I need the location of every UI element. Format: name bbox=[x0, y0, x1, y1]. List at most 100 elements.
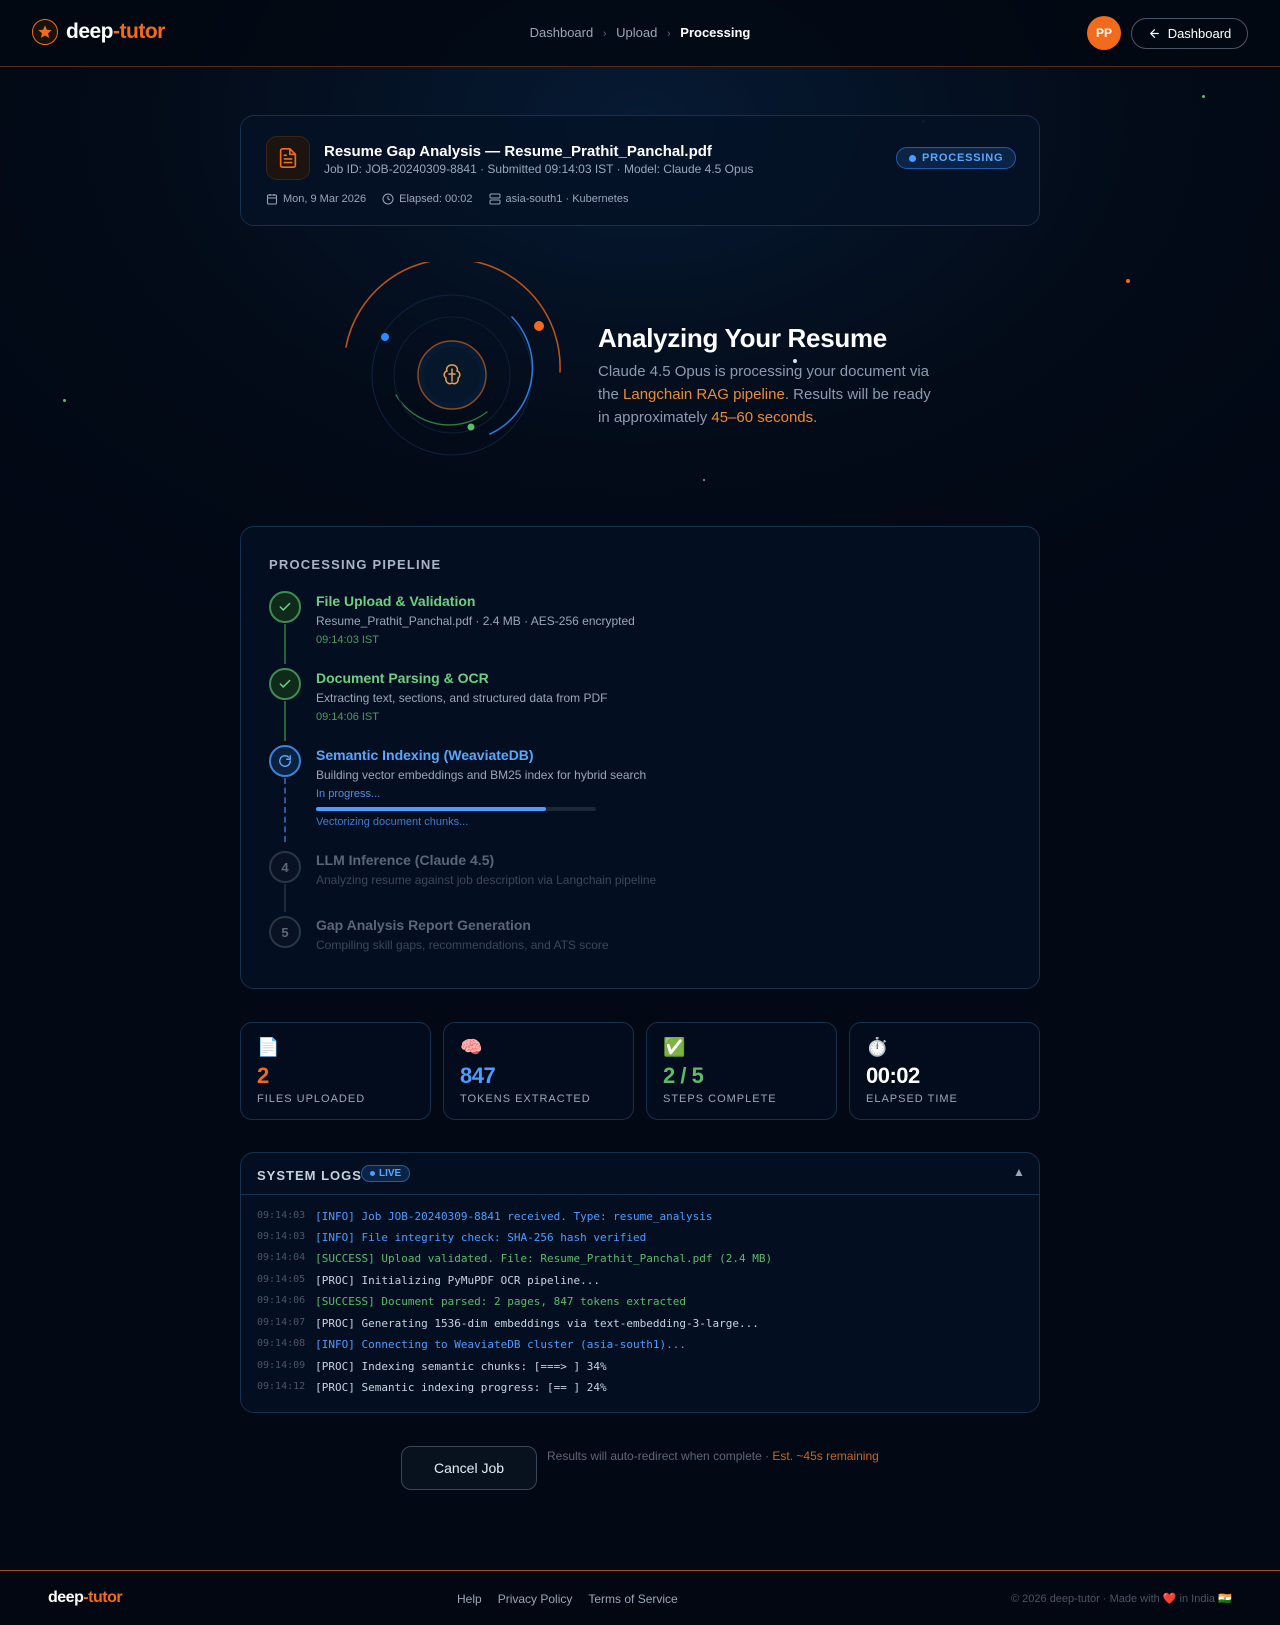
stat-card-files: 📄 2 FILES UPLOADED bbox=[240, 1022, 431, 1120]
user-avatar[interactable]: PP bbox=[1087, 16, 1121, 50]
sparkle-dot bbox=[1126, 279, 1130, 283]
step-title: LLM Inference (Claude 4.5) bbox=[316, 852, 495, 868]
progress-fill bbox=[316, 807, 546, 811]
stat-value: 2 bbox=[257, 1063, 269, 1088]
chevron-right-icon: › bbox=[602, 28, 607, 40]
sparkle-dot bbox=[63, 399, 66, 402]
log-line: 09:14:04 [SUCCESS] Upload validated. File… bbox=[257, 1252, 773, 1265]
log-line: 09:14:05 [PROC] Initializing PyMuPDF OCR … bbox=[257, 1274, 600, 1287]
live-dot bbox=[370, 1171, 375, 1176]
step-done-indicator bbox=[269, 668, 301, 700]
check-icon bbox=[279, 679, 291, 688]
job-elapsed: Elapsed: 00:02 bbox=[382, 193, 473, 205]
job-date: Mon, 9 Mar 2026 bbox=[266, 193, 366, 205]
step-title: File Upload & Validation bbox=[316, 593, 476, 609]
pipeline-title: PROCESSING PIPELINE bbox=[269, 557, 442, 572]
step-done-indicator bbox=[269, 591, 301, 623]
stat-label: STEPS COMPLETE bbox=[663, 1093, 777, 1105]
step-timestamp: 09:14:03 IST bbox=[316, 634, 379, 646]
collapse-caret-icon[interactable]: ▲ bbox=[1013, 1165, 1025, 1179]
stopwatch-icon: ⏱️ bbox=[866, 1037, 889, 1057]
step-title: Document Parsing & OCR bbox=[316, 670, 489, 686]
breadcrumb-processing: Processing bbox=[680, 25, 751, 40]
job-subtitle: Job ID: JOB-20240309-8841 · Submitted 09… bbox=[324, 162, 754, 176]
live-badge: LIVE bbox=[361, 1165, 411, 1182]
stat-value: 2 / 5 bbox=[663, 1063, 704, 1088]
step-connector bbox=[284, 701, 286, 741]
refresh-icon bbox=[279, 755, 291, 767]
breadcrumb-upload[interactable]: Upload bbox=[616, 25, 657, 40]
stat-card-tokens: 🧠 847 TOKENS EXTRACTED bbox=[443, 1022, 634, 1120]
step-connector bbox=[284, 778, 286, 842]
step-connector bbox=[284, 624, 286, 664]
step-title: Semantic Indexing (WeaviateDB) bbox=[316, 747, 534, 763]
log-line: 09:14:03 [INFO] Job JOB-20240309-8841 rec… bbox=[257, 1210, 713, 1223]
logs-title: SYSTEM LOGS bbox=[257, 1168, 362, 1183]
page-footer: deep-tutor Help Privacy Policy Terms of … bbox=[0, 1570, 1280, 1625]
chevron-right-icon: › bbox=[666, 28, 671, 40]
brain-icon: 🧠 bbox=[460, 1037, 483, 1057]
footer-links: Help Privacy Policy Terms of Service bbox=[457, 1592, 678, 1606]
top-header: deep-tutor Dashboard › Upload › Processi… bbox=[0, 0, 1280, 67]
job-summary-card: Resume Gap Analysis — Resume_Prathit_Pan… bbox=[240, 115, 1040, 226]
processing-animation bbox=[340, 258, 565, 462]
cancel-job-button[interactable]: Cancel Job bbox=[401, 1446, 537, 1490]
step-pending-indicator: 4 bbox=[269, 851, 301, 883]
sparkle-dot bbox=[1202, 95, 1205, 98]
status-badge: PROCESSING bbox=[896, 147, 1017, 169]
processing-pipeline-card: PROCESSING PIPELINE File Upload & Valida… bbox=[240, 526, 1040, 989]
job-region: asia-south1 · Kubernetes bbox=[489, 193, 628, 205]
step-timestamp: 09:14:06 IST bbox=[316, 711, 379, 723]
job-title: Resume Gap Analysis — Resume_Prathit_Pan… bbox=[324, 143, 712, 160]
stat-label: FILES UPLOADED bbox=[257, 1093, 366, 1105]
sparkle-dot bbox=[703, 479, 705, 481]
footer-link-terms[interactable]: Terms of Service bbox=[588, 1592, 677, 1606]
back-to-dashboard-button[interactable]: Dashboard bbox=[1131, 18, 1248, 49]
footer-copyright: © 2026 deep-tutor · Made with ❤️ in Indi… bbox=[1011, 1593, 1232, 1605]
check-mark-icon: ✅ bbox=[663, 1037, 686, 1057]
calendar-icon bbox=[267, 194, 277, 205]
log-line: 09:14:03 [INFO] File integrity check: SHA… bbox=[257, 1231, 647, 1244]
log-line: 09:14:12 [PROC] Semantic indexing progres… bbox=[257, 1381, 607, 1394]
step-active-indicator bbox=[269, 745, 301, 777]
clock-icon bbox=[382, 193, 394, 205]
job-meta: Mon, 9 Mar 2026 Elapsed: 00:02 asia-sout… bbox=[266, 193, 628, 205]
step-description: Resume_Prathit_Panchal.pdf · 2.4 MB · AE… bbox=[316, 614, 635, 628]
log-line: 09:14:09 [PROC] Indexing semantic chunks:… bbox=[257, 1360, 607, 1373]
step-title: Gap Analysis Report Generation bbox=[316, 917, 531, 933]
hero-description: Claude 4.5 Opus is processing your docum… bbox=[598, 363, 931, 426]
arrow-left-icon bbox=[1149, 29, 1159, 38]
step-description: Compiling skill gaps, recommendations, a… bbox=[316, 938, 609, 952]
footer-logo[interactable]: deep-tutor bbox=[48, 1589, 123, 1607]
system-logs-panel: SYSTEM LOGS LIVE ▲ 09:14:03 [INFO] Job JO… bbox=[240, 1152, 1040, 1413]
breadcrumb-dashboard[interactable]: Dashboard bbox=[530, 25, 594, 40]
document-icon: 📄 bbox=[257, 1037, 280, 1057]
server-icon bbox=[489, 193, 501, 205]
footer-link-privacy[interactable]: Privacy Policy bbox=[498, 1592, 573, 1606]
hero-title: Analyzing Your Resume bbox=[598, 323, 887, 353]
log-line: 09:14:06 [SUCCESS] Document parsed: 2 pag… bbox=[257, 1295, 687, 1308]
stat-card-elapsed: ⏱️ 00:02 ELAPSED TIME bbox=[849, 1022, 1040, 1120]
step-connector bbox=[284, 884, 286, 912]
step-description: Analyzing resume against job description… bbox=[316, 873, 657, 887]
document-icon bbox=[266, 136, 310, 180]
step-progress-bar bbox=[316, 807, 596, 811]
stat-label: ELAPSED TIME bbox=[866, 1093, 958, 1105]
log-line: 09:14:07 [PROC] Generating 1536-dim embed… bbox=[257, 1317, 759, 1330]
log-line: 09:14:08 [INFO] Connecting to WeaviateDB … bbox=[257, 1338, 687, 1351]
dashboard-button-label: Dashboard bbox=[1167, 26, 1232, 41]
step-pending-indicator: 5 bbox=[269, 916, 301, 948]
check-icon bbox=[279, 602, 291, 611]
redirect-note: Results will auto-redirect when complete… bbox=[547, 1449, 879, 1463]
step-progress-label: Vectorizing document chunks... bbox=[316, 816, 469, 828]
stat-label: TOKENS EXTRACTED bbox=[460, 1093, 591, 1105]
footer-link-help[interactable]: Help bbox=[457, 1592, 482, 1606]
stat-card-steps: ✅ 2 / 5 STEPS COMPLETE bbox=[646, 1022, 837, 1120]
step-description: Extracting text, sections, and structure… bbox=[316, 691, 608, 705]
logs-header[interactable]: SYSTEM LOGS LIVE ▲ bbox=[241, 1153, 1039, 1195]
status-dot bbox=[909, 154, 916, 162]
step-status: In progress... bbox=[316, 788, 381, 800]
stat-value: 00:02 bbox=[866, 1063, 920, 1088]
stat-value: 847 bbox=[460, 1063, 496, 1088]
step-description: Building vector embeddings and BM25 inde… bbox=[316, 768, 647, 782]
